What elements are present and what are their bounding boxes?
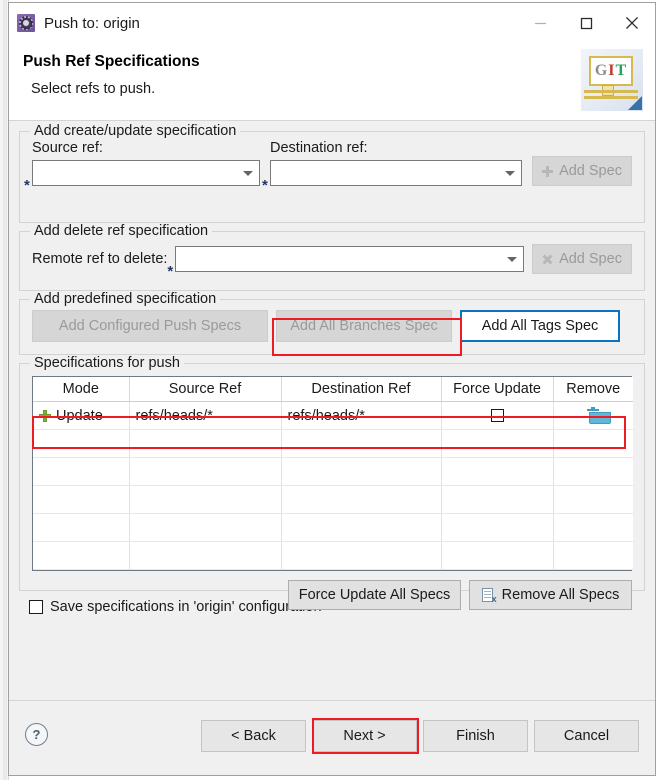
destination-ref-label: Destination ref: (270, 140, 368, 156)
add-all-branches-spec-button[interactable]: Add All Branches Spec (276, 310, 452, 342)
help-icon[interactable]: ? (25, 723, 48, 746)
table-row-empty[interactable] (33, 457, 633, 486)
close-icon[interactable] (609, 4, 655, 42)
minimize-icon[interactable] (517, 4, 563, 42)
remote-ref-label: Remote ref to delete: (32, 251, 168, 267)
screenshot-root: Push to: origin Push Ref Specifications … (0, 0, 660, 780)
background-window-scrollbar (3, 0, 7, 780)
column-header-remove[interactable]: Remove (553, 377, 633, 402)
add-all-tags-spec-label: Add All Tags Spec (481, 318, 599, 334)
back-button-label: < Back (231, 728, 276, 744)
git-logo-letter-g: G (594, 62, 609, 79)
source-ref-required-marker: * (24, 177, 30, 194)
push-dialog-window: Push to: origin Push Ref Specifications … (8, 2, 656, 776)
table-row-empty[interactable] (33, 541, 633, 570)
cell-remove[interactable] (553, 401, 633, 430)
table-header-row: Mode Source Ref Destination Ref Force Up… (33, 377, 633, 402)
cell-destination-ref[interactable]: refs/heads/* (281, 401, 442, 430)
dialog-footer: ? < Back Next > Finish Cancel (9, 700, 655, 775)
table-row-empty[interactable] (33, 429, 633, 458)
source-ref-label: Source ref: (32, 140, 103, 156)
dialog-body: Add create/update specification Source r… (9, 121, 655, 700)
page-subtitle: Select refs to push. (31, 81, 156, 97)
table-row-empty[interactable] (33, 513, 633, 542)
trash-icon[interactable] (587, 406, 611, 424)
specs-for-push-group-title: Specifications for push (30, 355, 184, 371)
specs-for-push-group: Specifications for push Mode Source Ref … (19, 355, 645, 610)
table-row-empty[interactable] (33, 485, 633, 514)
maximize-icon[interactable] (563, 4, 609, 42)
plus-icon (542, 165, 554, 177)
predefined-spec-group-title: Add predefined specification (30, 291, 221, 307)
column-header-destination-ref[interactable]: Destination Ref (281, 377, 442, 402)
chevron-down-icon (243, 170, 253, 176)
finish-button[interactable]: Finish (423, 720, 528, 752)
create-update-group: Add create/update specification Source r… (19, 123, 645, 223)
delete-ref-group: Add delete ref specification Remote ref … (19, 223, 645, 291)
git-logo-letter-i: I (608, 62, 616, 79)
column-header-mode[interactable]: Mode (33, 377, 130, 402)
force-update-all-specs-label: Force Update All Specs (298, 587, 451, 603)
git-logo-icon: GIT (581, 49, 643, 111)
spec-table[interactable]: Mode Source Ref Destination Ref Force Up… (32, 376, 633, 571)
force-update-all-specs-button[interactable]: Force Update All Specs (288, 580, 461, 610)
add-create-update-spec-label: Add Spec (559, 163, 622, 179)
add-delete-spec-button[interactable]: Add Spec (532, 244, 632, 274)
add-create-update-spec-button[interactable]: Add Spec (532, 156, 632, 186)
title-bar: Push to: origin (9, 3, 655, 43)
page-title: Push Ref Specifications (23, 53, 200, 70)
next-button[interactable]: Next > (312, 720, 417, 752)
destination-ref-required-marker: * (262, 177, 268, 194)
chevron-down-icon (505, 170, 515, 176)
remote-ref-combo[interactable] (175, 246, 524, 272)
cancel-button[interactable]: Cancel (534, 720, 639, 752)
chevron-down-icon (507, 256, 517, 262)
cell-mode[interactable]: Update (33, 401, 130, 430)
git-logo-letter-t: T (615, 62, 628, 79)
table-row[interactable]: Update refs/heads/* refs/heads/* (33, 401, 633, 430)
create-update-group-title: Add create/update specification (30, 123, 241, 139)
remove-all-specs-button[interactable]: x Remove All Specs (469, 580, 632, 610)
force-update-checkbox[interactable] (490, 409, 504, 423)
source-ref-combo[interactable] (32, 160, 260, 186)
predefined-spec-group: Add predefined specification Add Configu… (19, 291, 645, 355)
cell-mode-label: Update (56, 407, 103, 424)
window-title: Push to: origin (44, 14, 140, 32)
remove-all-specs-label: Remove All Specs (501, 587, 620, 603)
plus-icon (39, 409, 51, 422)
add-configured-push-specs-label: Add Configured Push Specs (58, 318, 242, 334)
next-button-label: Next > (343, 728, 386, 744)
cancel-button-label: Cancel (563, 728, 610, 744)
remote-ref-required-marker: * (167, 263, 174, 280)
cell-source-ref[interactable]: refs/heads/* (129, 401, 282, 430)
finish-button-label: Finish (456, 728, 495, 744)
back-button[interactable]: < Back (201, 720, 306, 752)
add-configured-push-specs-button[interactable]: Add Configured Push Specs (32, 310, 268, 342)
destination-ref-combo[interactable] (270, 160, 522, 186)
add-delete-spec-label: Add Spec (559, 251, 622, 267)
wizard-header: Push Ref Specifications Select refs to p… (9, 43, 655, 121)
add-all-tags-spec-button[interactable]: Add All Tags Spec (460, 310, 620, 342)
cell-force-update[interactable] (441, 401, 554, 430)
column-header-force-update[interactable]: Force Update (441, 377, 554, 402)
gear-icon (17, 14, 35, 32)
x-icon (542, 254, 553, 265)
delete-ref-group-title: Add delete ref specification (30, 223, 213, 239)
document-delete-icon: x (481, 587, 497, 603)
add-all-branches-spec-label: Add All Branches Spec (290, 318, 438, 334)
column-header-source-ref[interactable]: Source Ref (129, 377, 282, 402)
